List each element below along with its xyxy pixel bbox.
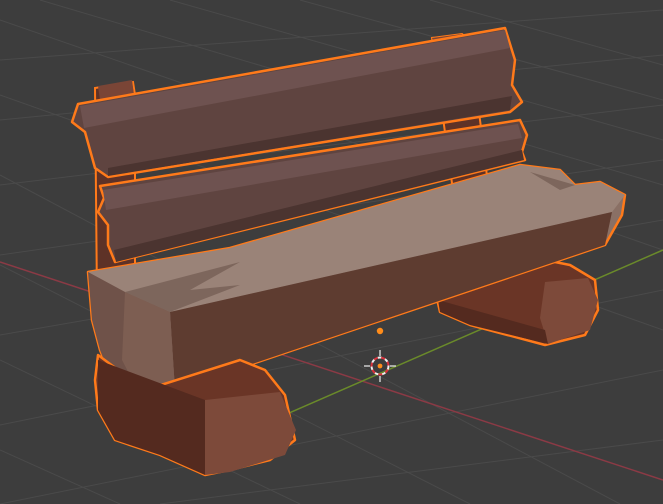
bench-object[interactable]: [70, 26, 627, 477]
object-origin-icon: [376, 327, 384, 335]
leg-log-left: [93, 353, 297, 477]
3d-cursor-icon[interactable]: [364, 350, 396, 382]
3d-viewport[interactable]: [0, 0, 663, 504]
